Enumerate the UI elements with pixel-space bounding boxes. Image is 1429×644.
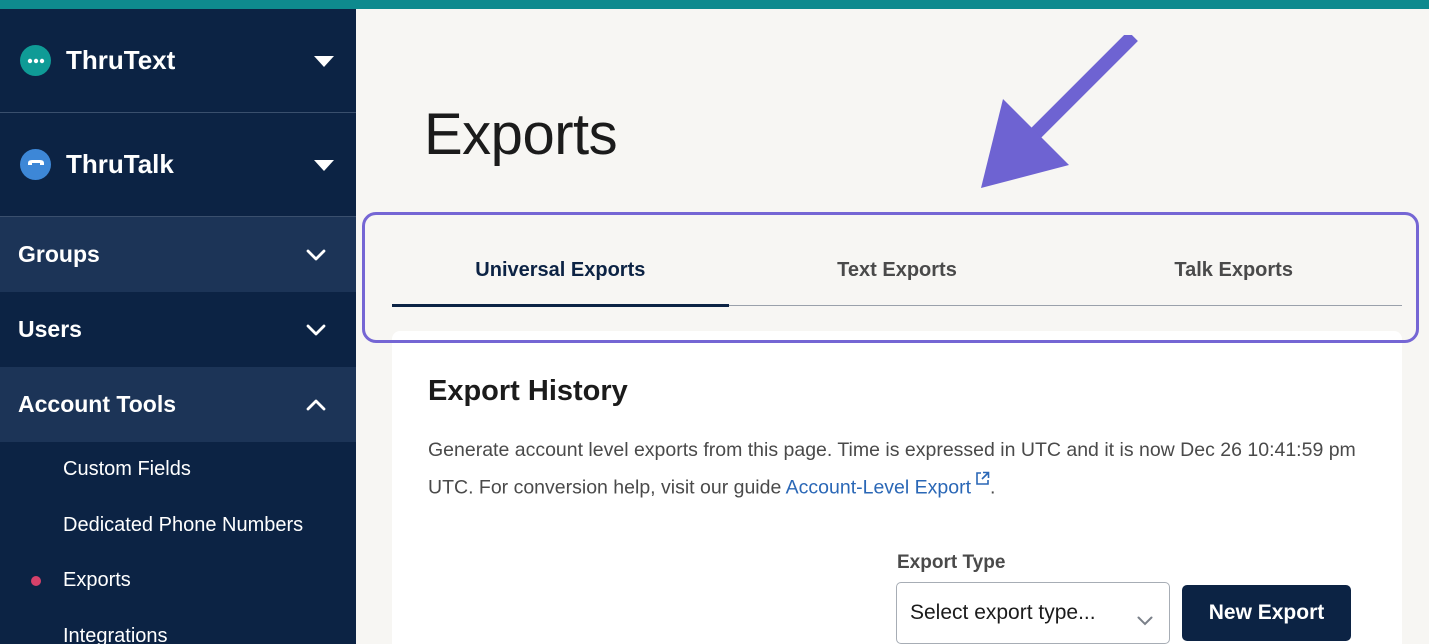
sidebar-item-dedicated-phone-numbers[interactable]: Dedicated Phone Numbers bbox=[0, 498, 356, 554]
external-link-icon[interactable] bbox=[975, 465, 990, 495]
top-accent-bar bbox=[0, 0, 1429, 9]
page-title: Exports bbox=[424, 102, 618, 167]
chevron-down-icon bbox=[306, 324, 326, 336]
sidebar-item-exports[interactable]: Exports bbox=[0, 553, 356, 609]
sidebar-item-label: Dedicated Phone Numbers bbox=[63, 513, 304, 536]
tabs-highlight-annotation bbox=[362, 212, 1419, 343]
product-name: ThruTalk bbox=[66, 149, 174, 179]
sidebar-item-label: Integrations bbox=[63, 624, 168, 644]
description-end: . bbox=[990, 476, 996, 499]
annotation-arrow-icon bbox=[981, 35, 1138, 188]
product-name: ThruText bbox=[66, 45, 176, 75]
main-content: Exports Universal Exports Text Exports T… bbox=[356, 9, 1429, 644]
sidebar-item-integrations[interactable]: Integrations bbox=[0, 609, 356, 644]
product-thrutalk[interactable]: ThruTalk bbox=[0, 113, 356, 217]
section-label: Account Tools bbox=[18, 391, 177, 417]
active-indicator-dot bbox=[31, 575, 41, 586]
export-type-select[interactable]: Select export type... bbox=[896, 582, 1170, 644]
card-description: Generate account level exports from this… bbox=[428, 435, 1368, 503]
select-placeholder: Select export type... bbox=[910, 601, 1096, 624]
chevron-down-icon bbox=[1137, 608, 1153, 632]
sidebar-section-account-tools[interactable]: Account Tools bbox=[0, 367, 356, 442]
product-thrutext[interactable]: ThruText bbox=[0, 9, 356, 113]
sidebar-section-users[interactable]: Users bbox=[0, 292, 356, 367]
caret-down-icon[interactable] bbox=[314, 55, 334, 67]
export-type-label: Export Type bbox=[897, 552, 1006, 573]
thrutalk-logo-icon bbox=[20, 149, 51, 180]
export-history-card: Export History Generate account level ex… bbox=[392, 331, 1402, 644]
section-label: Users bbox=[18, 316, 82, 342]
sidebar-section-groups[interactable]: Groups bbox=[0, 217, 356, 292]
new-export-button[interactable]: New Export bbox=[1182, 585, 1351, 641]
section-label: Groups bbox=[18, 241, 100, 267]
sidebar-item-custom-fields[interactable]: Custom Fields bbox=[0, 442, 356, 498]
sidebar: ThruText ThruTalk Groups Users Account T… bbox=[0, 9, 356, 644]
chevron-down-icon bbox=[306, 249, 326, 261]
sidebar-item-label: Exports bbox=[63, 569, 131, 592]
caret-down-icon[interactable] bbox=[314, 159, 334, 171]
chevron-up-icon bbox=[306, 399, 326, 411]
sidebar-item-label: Custom Fields bbox=[63, 458, 191, 481]
card-title: Export History bbox=[428, 375, 628, 407]
thrutext-logo-icon bbox=[20, 45, 51, 76]
account-level-export-link[interactable]: Account-Level Export bbox=[786, 477, 971, 499]
